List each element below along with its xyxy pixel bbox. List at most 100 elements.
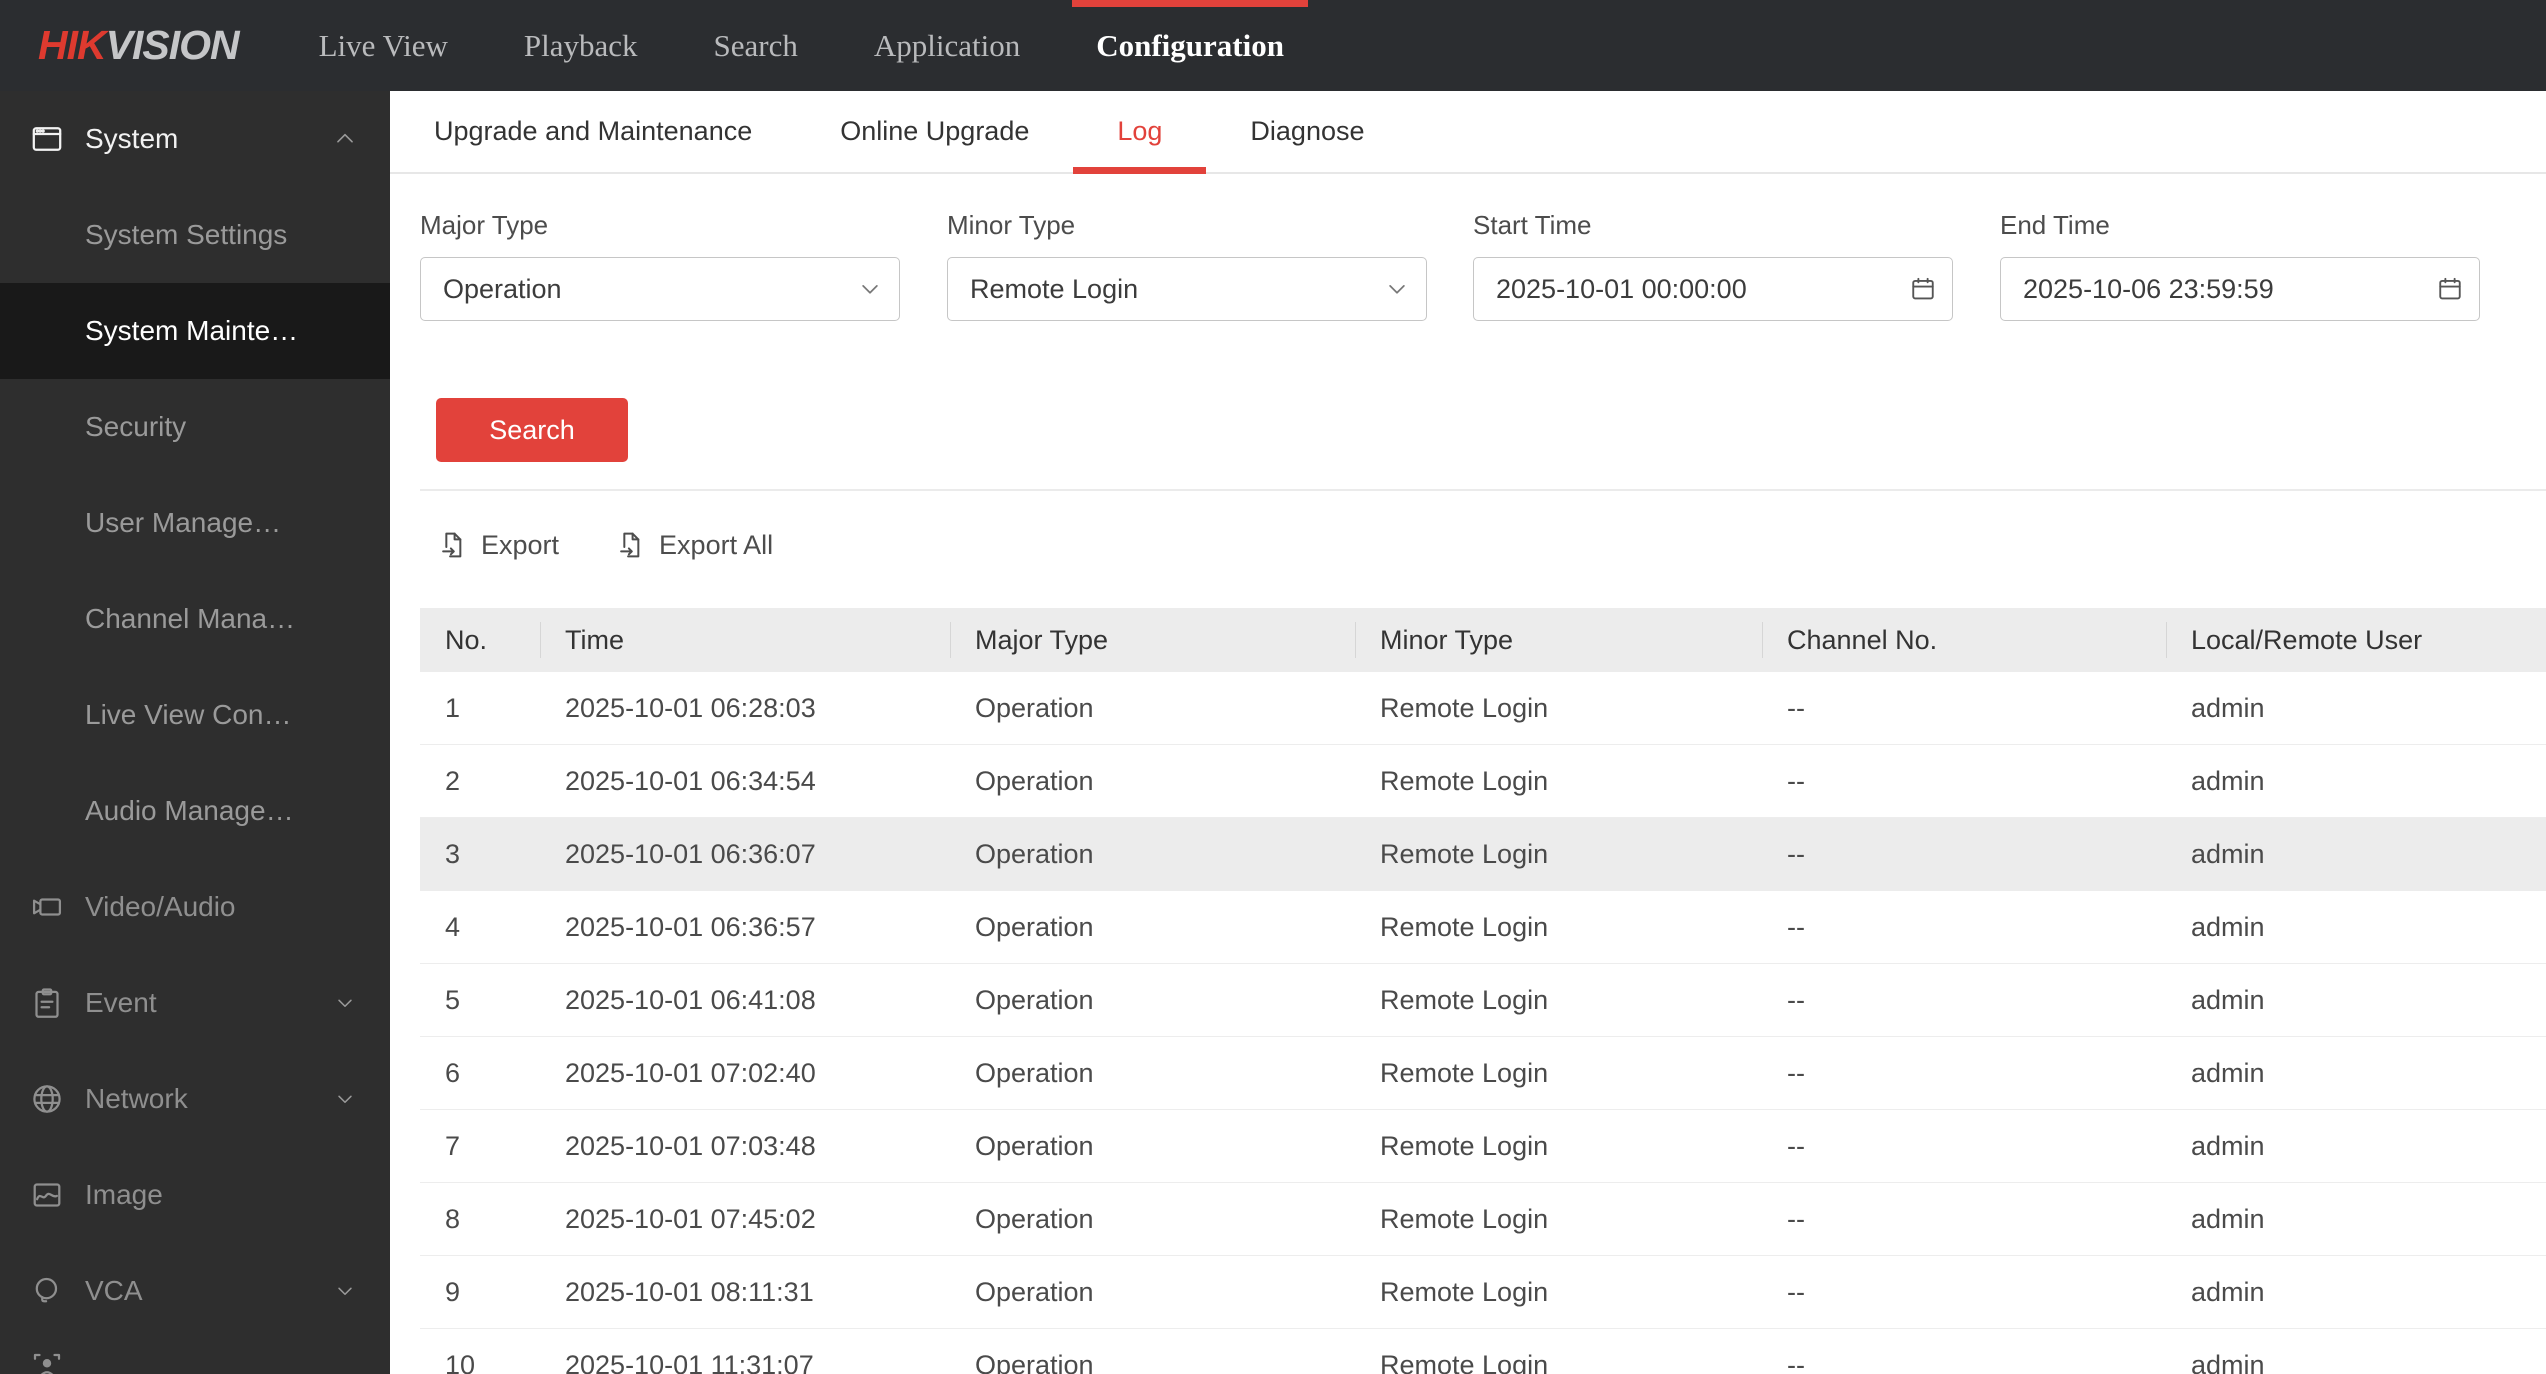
column-header-channel-no: Channel No. bbox=[1762, 608, 2166, 672]
sidebar-item-image[interactable]: Image bbox=[0, 1147, 390, 1243]
cell-channel-no: -- bbox=[1787, 838, 1805, 869]
table-row[interactable]: 4 2025-10-01 06:36:57 Operation Remote Logi… bbox=[420, 891, 2546, 964]
cell-minor-type: Remote Login bbox=[1380, 1276, 1549, 1307]
table-row[interactable]: 3 2025-10-01 06:36:07 Operation Remote Logi… bbox=[420, 818, 2546, 891]
top-nav-items: Live View Playback Search Application Config… bbox=[281, 0, 1322, 91]
nav-item-playback[interactable]: Playback bbox=[486, 0, 676, 91]
cell-time: 2025-10-01 08:11:31 bbox=[565, 1276, 814, 1307]
sidebar-item-security[interactable]: Security bbox=[0, 379, 390, 475]
window-icon bbox=[28, 120, 66, 158]
sidebar-item-audio-manage[interactable]: Audio Manage… bbox=[0, 763, 390, 859]
calendar-icon[interactable] bbox=[2435, 274, 2465, 304]
sidebar-item-label: System bbox=[85, 123, 179, 154]
export-icon bbox=[437, 529, 469, 561]
image-icon bbox=[28, 1176, 66, 1214]
tab-label: Upgrade and Maintenance bbox=[434, 116, 753, 146]
sidebar-item-channel-mana[interactable]: Channel Mana… bbox=[0, 571, 390, 667]
cell-channel-no: -- bbox=[1787, 1276, 1805, 1307]
search-button[interactable]: Search bbox=[436, 398, 628, 462]
table-body: 1 2025-10-01 06:28:03 Operation Remote Logi… bbox=[420, 672, 2546, 1374]
sidebar-item-network[interactable]: Network bbox=[0, 1051, 390, 1147]
cell-minor-type: Remote Login bbox=[1380, 1349, 1549, 1374]
start-time-input[interactable]: 2025-10-01 00:00:00 bbox=[1473, 257, 1953, 321]
cell-channel-no: -- bbox=[1787, 1349, 1805, 1374]
cell-no: 6 bbox=[445, 1057, 461, 1088]
lightbulb-icon bbox=[28, 1272, 66, 1310]
end-time-input[interactable]: 2025-10-06 23:59:59 bbox=[2000, 257, 2480, 321]
main-content: Upgrade and Maintenance Online Upgrade Log… bbox=[390, 91, 2546, 1374]
cell-local-remote-user: admin bbox=[2191, 765, 2265, 796]
table-row[interactable]: 1 2025-10-01 06:28:03 Operation Remote Logi… bbox=[420, 672, 2546, 745]
table-row[interactable]: 2 2025-10-01 06:34:54 Operation Remote Logi… bbox=[420, 745, 2546, 818]
minor-type-value: Remote Login bbox=[970, 273, 1139, 304]
table-row[interactable]: 9 2025-10-01 08:11:31 Operation Remote Logi… bbox=[420, 1256, 2546, 1329]
table-row[interactable]: 8 2025-10-01 07:45:02 Operation Remote Logi… bbox=[420, 1183, 2546, 1256]
cell-local-remote-user: admin bbox=[2191, 692, 2265, 723]
export-button[interactable]: Export bbox=[437, 529, 559, 561]
cell-channel-no: -- bbox=[1787, 1057, 1805, 1088]
cell-time: 2025-10-01 07:03:48 bbox=[565, 1130, 816, 1161]
nav-item-application[interactable]: Application bbox=[836, 0, 1058, 91]
sidebar-item-live-view-con[interactable]: Live View Con… bbox=[0, 667, 390, 763]
sidebar-item-partial[interactable] bbox=[28, 1348, 85, 1374]
start-time-label: Start Time bbox=[1473, 210, 1592, 240]
globe-icon bbox=[28, 1080, 66, 1118]
cell-time: 2025-10-01 06:36:57 bbox=[565, 911, 816, 942]
cell-no: 7 bbox=[445, 1130, 461, 1161]
tab-log[interactable]: Log bbox=[1073, 91, 1207, 174]
sidebar-item-user-manage[interactable]: User Manage… bbox=[0, 475, 390, 571]
nav-item-live-view[interactable]: Live View bbox=[281, 0, 486, 91]
calendar-icon[interactable] bbox=[1908, 274, 1938, 304]
field-major-type: Major Type Operation bbox=[420, 209, 900, 321]
cell-time: 2025-10-01 06:34:54 bbox=[565, 765, 816, 796]
cell-major-type: Operation bbox=[975, 1349, 1094, 1374]
nav-item-search[interactable]: Search bbox=[676, 0, 836, 91]
tab-online-upgrade[interactable]: Online Upgrade bbox=[796, 91, 1073, 172]
logo-hik: HIK bbox=[38, 22, 107, 68]
cell-time: 2025-10-01 07:02:40 bbox=[565, 1057, 816, 1088]
page: { "colors": { "accent": "#e2423b", "topb… bbox=[0, 0, 2546, 1374]
cell-minor-type: Remote Login bbox=[1380, 765, 1549, 796]
column-header-major-type: Major Type bbox=[950, 608, 1355, 672]
table-row[interactable]: 6 2025-10-01 07:02:40 Operation Remote Logi… bbox=[420, 1037, 2546, 1110]
chevron-down-icon bbox=[332, 990, 358, 1016]
cell-time: 2025-10-01 07:45:02 bbox=[565, 1203, 816, 1234]
sidebar-item-vca[interactable]: VCA bbox=[0, 1243, 390, 1339]
major-type-select[interactable]: Operation bbox=[420, 257, 900, 321]
cell-major-type: Operation bbox=[975, 1276, 1094, 1307]
sidebar-item-label: Audio Manage… bbox=[85, 795, 294, 826]
cell-channel-no: -- bbox=[1787, 911, 1805, 942]
cell-local-remote-user: admin bbox=[2191, 1349, 2265, 1374]
video-camera-icon bbox=[28, 888, 66, 926]
sidebar-item-system-mainte[interactable]: System Mainte… bbox=[0, 283, 390, 379]
chevron-up-icon bbox=[332, 126, 358, 152]
cell-major-type: Operation bbox=[975, 765, 1094, 796]
cell-channel-no: -- bbox=[1787, 1130, 1805, 1161]
sidebar-item-video-audio[interactable]: Video/Audio bbox=[0, 859, 390, 955]
tab-label: Log bbox=[1117, 116, 1163, 146]
table-row[interactable]: 5 2025-10-01 06:41:08 Operation Remote Logi… bbox=[420, 964, 2546, 1037]
cell-channel-no: -- bbox=[1787, 765, 1805, 796]
sidebar-item-event[interactable]: Event bbox=[0, 955, 390, 1051]
tab-diagnose[interactable]: Diagnose bbox=[1206, 91, 1408, 172]
cell-minor-type: Remote Login bbox=[1380, 984, 1549, 1015]
export-button-label: Export bbox=[481, 529, 560, 560]
cell-minor-type: Remote Login bbox=[1380, 692, 1549, 723]
cell-no: 10 bbox=[445, 1349, 476, 1374]
nav-item-configuration[interactable]: Configuration bbox=[1058, 0, 1322, 91]
table-row[interactable]: 10 2025-10-01 11:31:07 Operation Remote Log… bbox=[420, 1329, 2546, 1374]
export-all-button[interactable]: Export All bbox=[615, 529, 773, 561]
field-end-time: End Time 2025-10-06 23:59:59 bbox=[2000, 209, 2480, 321]
sidebar-item-label: Live View Con… bbox=[85, 699, 292, 730]
cell-no: 2 bbox=[445, 765, 461, 796]
sidebar-item-system-settings[interactable]: System Settings bbox=[0, 187, 390, 283]
face-capture-icon bbox=[28, 1348, 66, 1374]
minor-type-select[interactable]: Remote Login bbox=[947, 257, 1427, 321]
table-row[interactable]: 7 2025-10-01 07:03:48 Operation Remote Logi… bbox=[420, 1110, 2546, 1183]
cell-minor-type: Remote Login bbox=[1380, 838, 1549, 869]
top-nav: HIKVISION Live View Playback Search Applica… bbox=[0, 0, 2546, 91]
tab-upgrade-and-maintenance[interactable]: Upgrade and Maintenance bbox=[390, 91, 796, 172]
nav-item-label: Search bbox=[713, 27, 798, 63]
sidebar-item-system[interactable]: System bbox=[0, 91, 390, 187]
cell-local-remote-user: admin bbox=[2191, 911, 2265, 942]
